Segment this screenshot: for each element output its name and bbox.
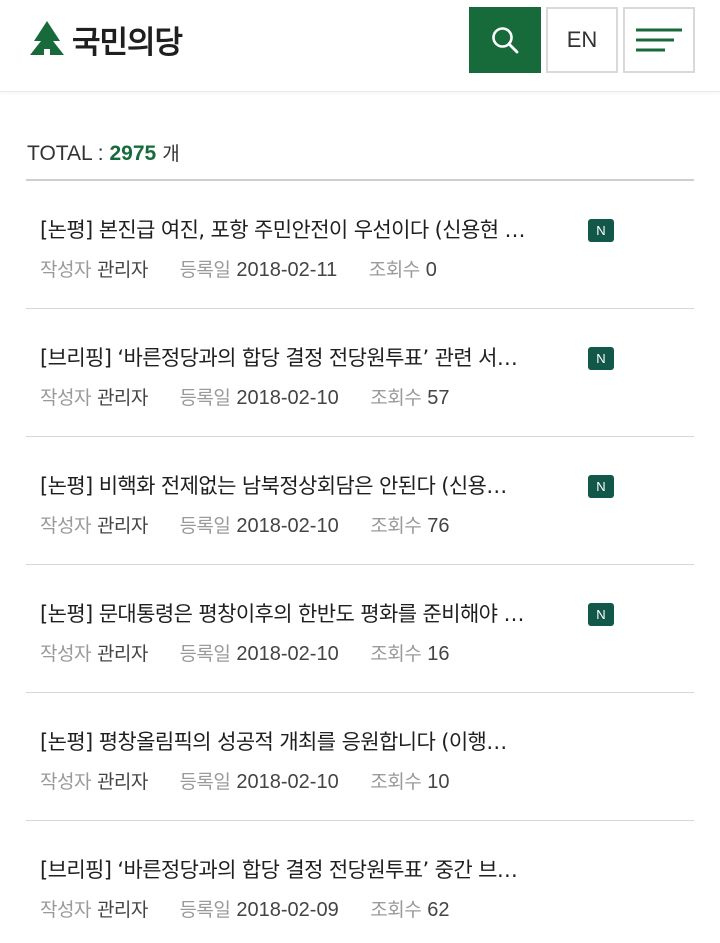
date-value: 2018-02-10 bbox=[236, 515, 339, 537]
author-label: 작성자 bbox=[40, 259, 91, 281]
hamburger-menu-icon bbox=[636, 28, 682, 52]
site-header: 국민의당 EN bbox=[0, 0, 720, 92]
post-list: [논평] 본진급 여진, 포항 주민안전이 우선이다 (신용현 … N 작성자 관… bbox=[26, 179, 694, 943]
date-value: 2018-02-11 bbox=[236, 259, 338, 281]
date-label: 등록일 bbox=[179, 643, 231, 665]
author-label: 작성자 bbox=[40, 899, 91, 921]
post-views: 조회수 76 bbox=[370, 511, 449, 538]
date-value: 2018-02-10 bbox=[236, 387, 339, 409]
date-label: 등록일 bbox=[179, 899, 231, 921]
author-label: 작성자 bbox=[40, 771, 91, 793]
post-date: 등록일 2018-02-10 bbox=[179, 383, 338, 410]
views-value: 10 bbox=[427, 771, 450, 793]
post-meta: 작성자 관리자 등록일 2018-02-09 조회수 62 bbox=[40, 895, 475, 922]
post-author: 작성자 관리자 bbox=[40, 383, 148, 410]
views-value: 0 bbox=[425, 259, 437, 281]
new-badge: N bbox=[588, 475, 614, 498]
new-badge: N bbox=[588, 347, 614, 370]
post-meta: 작성자 관리자 등록일 2018-02-10 조회수 76 bbox=[40, 511, 475, 538]
post-date: 등록일 2018-02-10 bbox=[179, 767, 338, 794]
post-title-link[interactable]: [논평] 평창올림픽의 성공적 개최를 응원합니다 (이행… bbox=[40, 726, 580, 756]
post-author: 작성자 관리자 bbox=[40, 511, 148, 538]
post-list-item[interactable]: [논평] 본진급 여진, 포항 주민안전이 우선이다 (신용현 … N 작성자 관… bbox=[26, 181, 694, 309]
date-label: 등록일 bbox=[179, 771, 231, 793]
new-badge: N bbox=[588, 603, 614, 626]
post-date: 등록일 2018-02-10 bbox=[179, 639, 338, 666]
post-title-link[interactable]: [논평] 본진급 여진, 포항 주민안전이 우선이다 (신용현 … bbox=[40, 214, 580, 244]
post-list-item[interactable]: [브리핑] ‘바른정당과의 합당 결정 전당원투표’ 중간 브… 작성자 관리자 … bbox=[26, 821, 694, 943]
views-value: 76 bbox=[427, 515, 450, 537]
date-label: 등록일 bbox=[179, 515, 231, 537]
author-value: 관리자 bbox=[96, 643, 148, 665]
author-value: 관리자 bbox=[96, 515, 148, 537]
post-list-item[interactable]: [논평] 문대통령은 평창이후의 한반도 평화를 준비해야 … N 작성자 관리자… bbox=[26, 565, 694, 693]
post-views: 조회수 10 bbox=[370, 767, 449, 794]
post-date: 등록일 2018-02-11 bbox=[179, 255, 337, 282]
post-list-item[interactable]: [논평] 비핵화 전제없는 남북정상회담은 안된다 (신용… N 작성자 관리자 … bbox=[26, 437, 694, 565]
views-value: 57 bbox=[427, 387, 450, 409]
post-author: 작성자 관리자 bbox=[40, 639, 148, 666]
views-label: 조회수 bbox=[370, 515, 422, 537]
author-value: 관리자 bbox=[96, 771, 148, 793]
date-value: 2018-02-09 bbox=[236, 899, 339, 921]
views-label: 조회수 bbox=[370, 899, 422, 921]
author-value: 관리자 bbox=[96, 259, 148, 281]
logo-text: 국민의당 bbox=[72, 24, 183, 61]
post-author: 작성자 관리자 bbox=[40, 767, 148, 794]
post-date: 등록일 2018-02-10 bbox=[179, 511, 338, 538]
site-logo[interactable]: 국민의당 bbox=[26, 17, 183, 61]
total-count-summary: TOTAL : 2975 개 bbox=[27, 139, 180, 166]
views-label: 조회수 bbox=[370, 643, 422, 665]
post-views: 조회수 62 bbox=[370, 895, 449, 922]
date-label: 등록일 bbox=[179, 259, 231, 281]
date-value: 2018-02-10 bbox=[236, 771, 339, 793]
post-author: 작성자 관리자 bbox=[40, 895, 148, 922]
author-value: 관리자 bbox=[96, 899, 148, 921]
post-meta: 작성자 관리자 등록일 2018-02-10 조회수 10 bbox=[40, 767, 475, 794]
date-value: 2018-02-10 bbox=[236, 643, 339, 665]
post-title-link[interactable]: [논평] 문대통령은 평창이후의 한반도 평화를 준비해야 … bbox=[40, 598, 580, 628]
post-views: 조회수 57 bbox=[370, 383, 449, 410]
party-logo-icon bbox=[30, 21, 64, 57]
post-meta: 작성자 관리자 등록일 2018-02-11 조회수 0 bbox=[40, 255, 463, 282]
post-title-link[interactable]: [브리핑] ‘바른정당과의 합당 결정 전당원투표’ 중간 브… bbox=[40, 854, 580, 884]
author-label: 작성자 bbox=[40, 515, 91, 537]
search-button[interactable] bbox=[469, 7, 541, 73]
language-label: EN bbox=[566, 27, 598, 52]
post-list-item[interactable]: [브리핑] ‘바른정당과의 합당 결정 전당원투표’ 관련 서… N 작성자 관리… bbox=[26, 309, 694, 437]
views-label: 조회수 bbox=[370, 387, 422, 409]
post-views: 조회수 0 bbox=[369, 255, 437, 282]
date-label: 등록일 bbox=[179, 387, 231, 409]
author-value: 관리자 bbox=[96, 387, 148, 409]
author-label: 작성자 bbox=[40, 643, 91, 665]
total-count: 2975 bbox=[109, 142, 157, 165]
post-meta: 작성자 관리자 등록일 2018-02-10 조회수 16 bbox=[40, 639, 475, 666]
language-button[interactable]: EN bbox=[546, 7, 618, 73]
new-badge: N bbox=[588, 219, 614, 242]
views-label: 조회수 bbox=[370, 771, 422, 793]
author-label: 작성자 bbox=[40, 387, 91, 409]
post-list-item[interactable]: [논평] 평창올림픽의 성공적 개최를 응원합니다 (이행… 작성자 관리자 등록… bbox=[26, 693, 694, 821]
post-author: 작성자 관리자 bbox=[40, 255, 148, 282]
menu-button[interactable] bbox=[623, 7, 695, 73]
total-unit: 개 bbox=[156, 143, 180, 165]
views-label: 조회수 bbox=[368, 259, 420, 281]
post-title-link[interactable]: [논평] 비핵화 전제없는 남북정상회담은 안된다 (신용… bbox=[40, 470, 580, 500]
views-value: 62 bbox=[427, 899, 450, 921]
post-date: 등록일 2018-02-09 bbox=[179, 895, 338, 922]
post-meta: 작성자 관리자 등록일 2018-02-10 조회수 57 bbox=[40, 383, 475, 410]
total-label: TOTAL : bbox=[27, 142, 110, 165]
search-icon bbox=[492, 27, 519, 54]
views-value: 16 bbox=[427, 643, 450, 665]
post-views: 조회수 16 bbox=[370, 639, 449, 666]
post-title-link[interactable]: [브리핑] ‘바른정당과의 합당 결정 전당원투표’ 관련 서… bbox=[40, 342, 580, 372]
